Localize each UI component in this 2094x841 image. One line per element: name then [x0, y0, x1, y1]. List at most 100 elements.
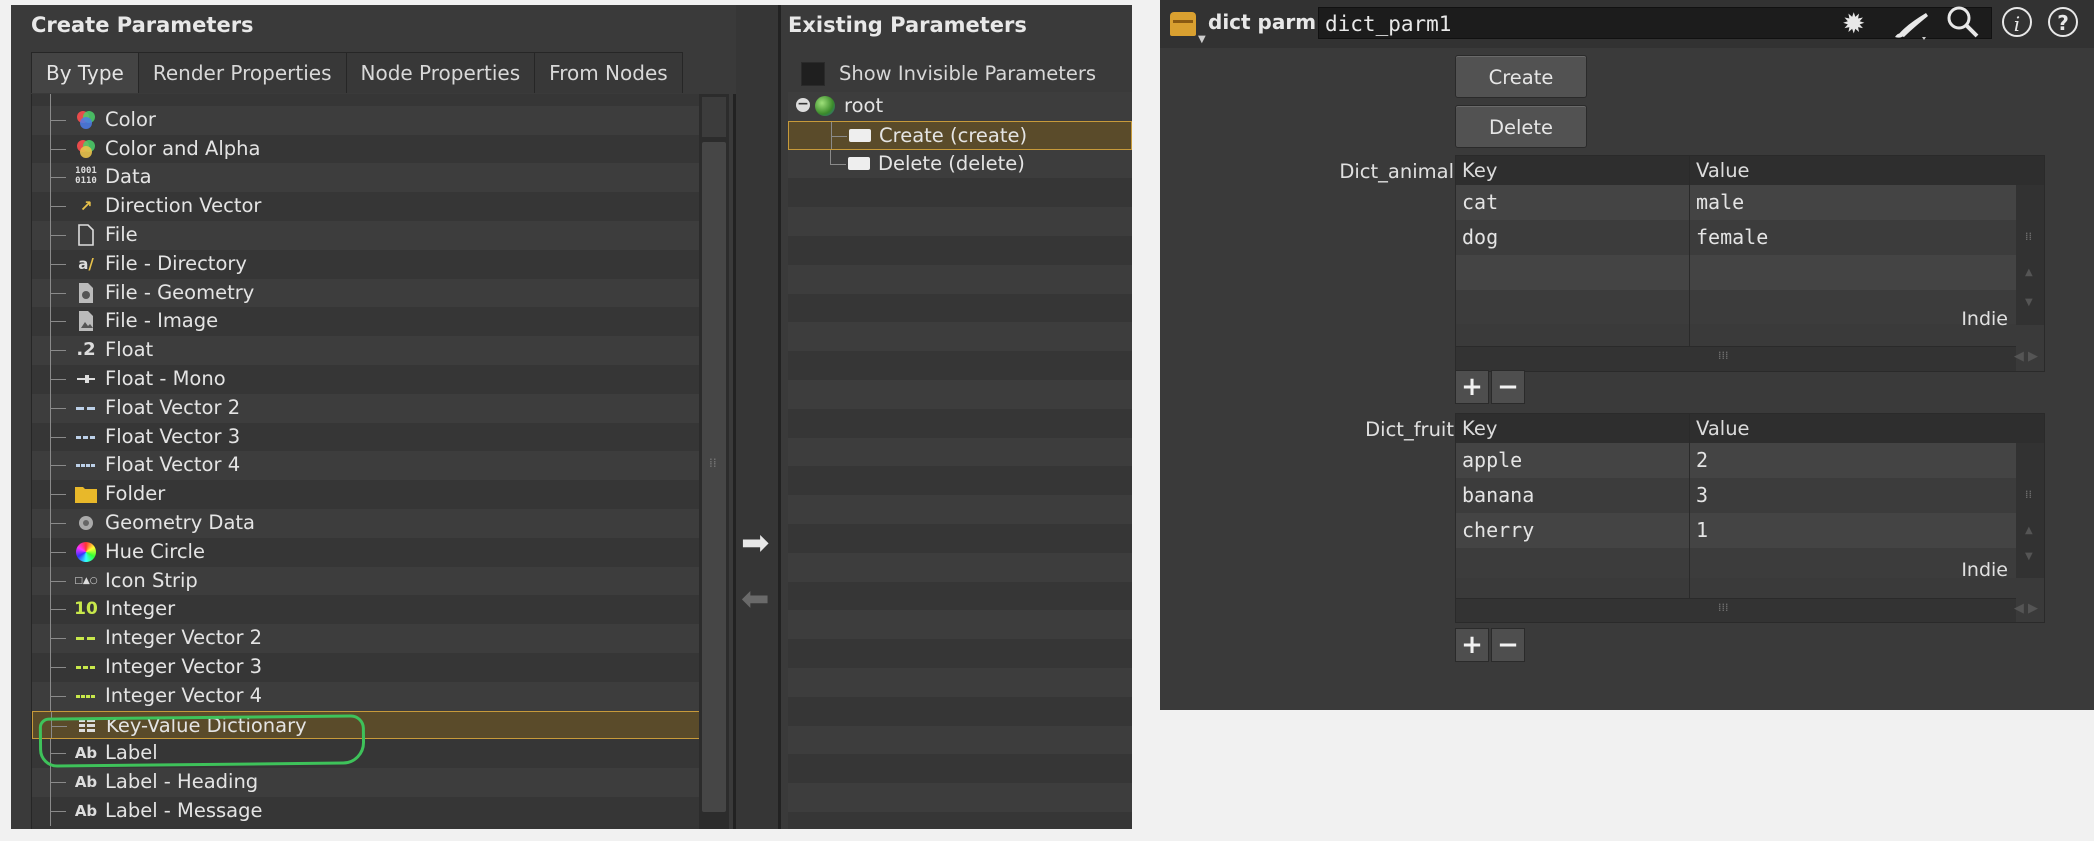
scroll-up-icon[interactable]: ▲: [2025, 525, 2033, 536]
list-item[interactable]: Folder: [32, 480, 702, 509]
create-button[interactable]: Create: [1455, 55, 1587, 98]
scrollbar-thumb[interactable]: [702, 142, 726, 812]
search-icon[interactable]: [1946, 5, 1980, 46]
table-vertical-scrollbar[interactable]: ⁞⁞ ▲ ▼: [2016, 443, 2044, 578]
add-row-button[interactable]: +: [1455, 628, 1489, 662]
list-item[interactable]: 1001 0110 Data: [32, 163, 702, 193]
panel-divider: [778, 5, 781, 829]
table-horizontal-scrollbar[interactable]: ⁞⁞⁞: [1456, 346, 2016, 371]
image-file-icon: [74, 310, 98, 332]
list-item[interactable]: Integer Vector 4: [32, 681, 702, 711]
list-item[interactable]: Float Vector 2: [32, 393, 702, 423]
tree-root[interactable]: − root: [788, 92, 1132, 121]
tab-render-properties[interactable]: Render Properties: [137, 52, 347, 93]
float-vector2-icon: [74, 397, 98, 419]
existing-parameters-title: Existing Parameters: [788, 13, 1027, 37]
list-item-partial: [32, 94, 702, 106]
list-item[interactable]: Float Vector 4: [32, 451, 702, 481]
node-type-icon[interactable]: [1170, 12, 1196, 36]
remove-parameter-arrow-icon[interactable]: ⬅: [741, 579, 770, 619]
color-alpha-icon: [74, 138, 98, 160]
list-item[interactable]: Hue Circle: [32, 537, 702, 567]
list-item[interactable]: ↗ Direction Vector: [32, 192, 702, 221]
color-icon: [74, 109, 98, 131]
list-item[interactable]: a/File - Directory: [32, 249, 702, 279]
list-item[interactable]: Float - Mono: [32, 365, 702, 394]
tree-item-create[interactable]: Create (create): [788, 120, 1132, 150]
value-cell[interactable]: 3: [1696, 478, 1708, 513]
table-row[interactable]: banana 3: [1456, 478, 2044, 513]
grip-icon: ⁞⁞: [2025, 230, 2032, 243]
show-invisible-checkbox[interactable]: [801, 62, 825, 86]
annotation-highlight-circle: [38, 714, 366, 768]
table-row-empty[interactable]: [1456, 548, 2044, 578]
scroll-left-right-icon[interactable]: ◀ ▶: [2014, 349, 2038, 364]
list-item[interactable]: Integer Vector 2: [32, 624, 702, 653]
icon-strip-icon: □▲○: [74, 575, 98, 586]
key-column-header[interactable]: Key: [1462, 414, 1497, 443]
scroll-up-icon[interactable]: ▲: [2025, 267, 2033, 278]
list-item[interactable]: 10 Integer: [32, 595, 702, 625]
list-item[interactable]: File - Geometry: [32, 278, 702, 308]
table-row[interactable]: dog female: [1456, 220, 2044, 255]
list-item[interactable]: Ab Label - Heading: [32, 768, 702, 797]
brush-icon[interactable]: [1892, 7, 1932, 48]
list-item[interactable]: File - Image: [32, 307, 702, 337]
table-vertical-scrollbar[interactable]: ⁞⁞ ▲ ▼: [2016, 185, 2044, 325]
tab-node-properties[interactable]: Node Properties: [345, 52, 536, 93]
table-row-empty[interactable]: [1456, 290, 2044, 324]
help-icon[interactable]: ?: [2048, 7, 2078, 37]
delete-button[interactable]: Delete: [1455, 105, 1587, 148]
table-row[interactable]: cat male: [1456, 185, 2044, 220]
list-item[interactable]: Integer Vector 3: [32, 653, 702, 682]
node-name-field[interactable]: dict_parm1: [1318, 7, 1992, 39]
table-horizontal-scrollbar[interactable]: ⁞⁞⁞: [1456, 598, 2016, 622]
create-parameters-title: Create Parameters: [31, 13, 254, 37]
add-row-button[interactable]: +: [1455, 370, 1489, 404]
list-item[interactable]: Float Vector 3: [32, 422, 702, 452]
value-cell[interactable]: male: [1696, 185, 1744, 220]
key-cell[interactable]: apple: [1462, 443, 1522, 478]
scroll-left-right-icon[interactable]: ◀ ▶: [2014, 601, 2038, 616]
info-icon[interactable]: i: [2002, 7, 2032, 37]
remove-row-button[interactable]: −: [1491, 628, 1525, 662]
value-cell[interactable]: 2: [1696, 443, 1708, 478]
scroll-up-area[interactable]: [702, 97, 726, 137]
value-column-header[interactable]: Value: [1696, 414, 1750, 443]
key-cell[interactable]: cat: [1462, 185, 1498, 220]
list-item[interactable]: Geometry Data: [32, 509, 702, 538]
grip-icon: ⁞⁞: [2025, 488, 2032, 501]
value-cell[interactable]: female: [1696, 220, 1768, 255]
tab-from-nodes[interactable]: From Nodes: [534, 52, 683, 93]
add-parameter-arrow-icon[interactable]: ➡: [741, 523, 770, 563]
geometry-file-icon: [74, 282, 98, 304]
gear-icon[interactable]: ✹: [1842, 7, 1865, 40]
table-row-empty[interactable]: [1456, 255, 2044, 290]
table-row[interactable]: apple 2: [1456, 443, 2044, 478]
dict-fruit-table[interactable]: Key Value apple 2 banana 3 cherry 1 ⁞⁞ ▲…: [1455, 413, 2045, 623]
data-icon: 1001 0110: [75, 166, 97, 187]
scroll-down-icon[interactable]: ▼: [2025, 551, 2033, 562]
collapse-icon[interactable]: −: [796, 97, 810, 112]
list-item[interactable]: Ab Label - Message: [32, 797, 702, 826]
list-item[interactable]: Color and Alpha: [32, 134, 702, 164]
key-cell[interactable]: cherry: [1462, 513, 1534, 548]
value-column-header[interactable]: Value: [1696, 156, 1750, 185]
list-item[interactable]: File: [32, 221, 702, 250]
list-item[interactable]: □▲○ Icon Strip: [32, 566, 702, 596]
remove-row-button[interactable]: −: [1491, 370, 1525, 404]
key-cell[interactable]: dog: [1462, 220, 1498, 255]
table-row[interactable]: cherry 1: [1456, 513, 2044, 548]
direction-vector-icon: ↗: [79, 197, 93, 216]
tab-by-type[interactable]: By Type: [31, 52, 139, 93]
list-item[interactable]: Color: [32, 105, 702, 135]
dict-animal-table[interactable]: Key Value cat male dog female ⁞⁞ ▲ ▼ Ind…: [1455, 155, 2045, 372]
type-list-scrollbar[interactable]: ⁞⁞: [699, 94, 729, 829]
scroll-down-icon[interactable]: ▼: [2025, 297, 2033, 308]
tree-item-delete[interactable]: Delete (delete): [788, 149, 1132, 179]
list-item[interactable]: .2 Float: [32, 336, 702, 365]
key-cell[interactable]: banana: [1462, 478, 1534, 513]
caret-down-icon[interactable]: ▼: [1198, 34, 1206, 45]
value-cell[interactable]: 1: [1696, 513, 1708, 548]
key-column-header[interactable]: Key: [1462, 156, 1497, 185]
